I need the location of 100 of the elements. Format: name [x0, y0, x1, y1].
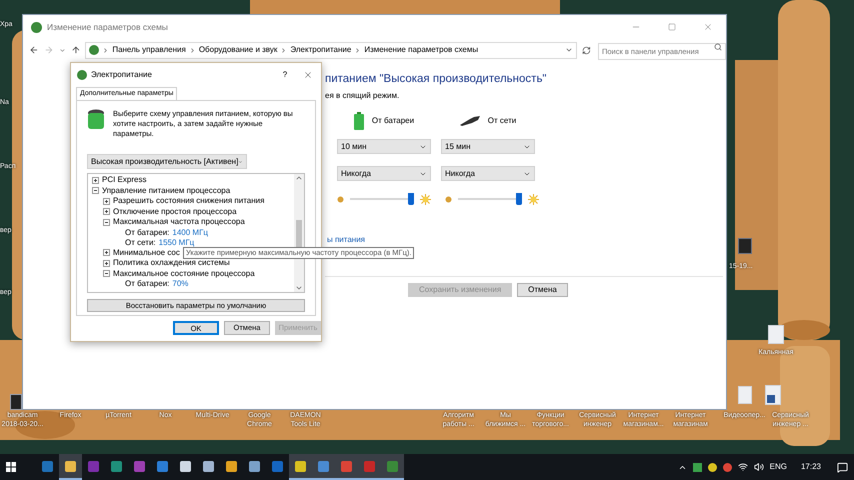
tree-item-label[interactable]: Отключение простоя процессора — [113, 206, 237, 217]
dropdown[interactable]: Никогда — [441, 166, 535, 182]
bright-sun-icon — [420, 194, 431, 205]
app-icon — [341, 460, 352, 472]
collapse-icon[interactable] — [103, 218, 110, 226]
tree-item-label[interactable]: Разрешить состояния снижения питания — [113, 196, 264, 206]
power-options-icon — [89, 45, 100, 55]
breadcrumb-item[interactable]: Оборудование и звук — [198, 44, 278, 56]
network-icon[interactable] — [738, 462, 748, 472]
scrollbar-thumb[interactable] — [296, 220, 302, 248]
tree-item-label[interactable]: Минимальное сос — [113, 248, 180, 258]
app-icon — [272, 460, 283, 472]
breadcrumb-item[interactable]: Электропитание — [290, 44, 352, 56]
slider-thumb[interactable] — [516, 193, 522, 206]
breadcrumb-item[interactable]: Изменение параметров схемы — [364, 44, 478, 56]
battery-icon — [354, 112, 364, 130]
search-icon — [714, 42, 722, 50]
document-icon — [738, 386, 752, 404]
dropdown[interactable]: Никогда — [337, 166, 431, 182]
up-icon[interactable] — [70, 45, 80, 55]
page-heading: питанием "Высокая производительность" — [325, 72, 548, 87]
app-icon — [111, 460, 122, 472]
setting-label: От сети: — [125, 238, 156, 248]
scroll-up-icon[interactable] — [295, 174, 303, 182]
app-icon — [180, 460, 191, 472]
windows-logo-icon — [6, 462, 16, 472]
setting-value[interactable]: 1550 МГц — [158, 238, 194, 248]
refresh-icon[interactable] — [582, 46, 591, 54]
app-icon — [387, 460, 398, 472]
app-icon — [364, 460, 375, 472]
power-options-icon — [77, 70, 87, 80]
tree-item-label[interactable]: Максимальное состояние процессора — [113, 268, 255, 279]
address-bar[interactable]: Панель управления Оборудование и звук Электропитание Изменение параметров схемы — [85, 42, 578, 58]
back-icon[interactable] — [29, 45, 39, 55]
dropdown[interactable]: 10 мин — [337, 139, 431, 154]
power-plug-icon — [460, 116, 480, 126]
app-icon — [318, 460, 329, 472]
scroll-down-icon[interactable] — [295, 284, 303, 292]
expand-icon[interactable] — [103, 208, 110, 216]
separator-icon — [354, 46, 362, 54]
setting-value-row[interactable]: От батареи: 1400 МГц — [88, 228, 294, 238]
notifications-icon[interactable] — [837, 462, 848, 472]
power-plan-dropdown[interactable]: Высокая производительность [Активен] — [87, 154, 247, 169]
power-plan-icon — [87, 109, 105, 131]
window-title: Изменение параметров схемы — [47, 20, 168, 34]
dim-sun-icon — [337, 196, 344, 203]
setting-value[interactable]: 70% — [172, 279, 188, 289]
setting-value-row[interactable]: От сети: 1550 МГц — [88, 238, 294, 248]
collapse-icon[interactable] — [92, 187, 99, 194]
file-icon — [738, 238, 752, 254]
app-icon — [88, 460, 99, 472]
separator-icon — [188, 46, 196, 54]
setting-label: От батареи: — [125, 279, 170, 289]
separator-icon — [102, 46, 110, 54]
power-settings-link[interactable]: ы питания — [327, 235, 726, 244]
app-icon — [65, 460, 76, 472]
volume-icon[interactable] — [754, 462, 764, 472]
taskbar-app-button[interactable] — [59, 454, 82, 480]
brightness-slider[interactable] — [458, 193, 522, 206]
tree-item-label[interactable]: PCI Express — [102, 175, 146, 186]
collapse-icon[interactable] — [103, 270, 110, 278]
dim-sun-icon — [445, 196, 452, 203]
cancel-button[interactable]: Отмена — [517, 283, 568, 298]
document-icon — [768, 325, 784, 344]
help-button[interactable]: ? — [275, 69, 295, 81]
recent-pages-icon[interactable] — [58, 46, 66, 54]
setting-value-row[interactable]: От батареи: 70% — [88, 279, 294, 289]
breadcrumb-item[interactable]: Панель управления — [112, 44, 186, 56]
app-icon — [42, 460, 53, 472]
close-icon — [303, 70, 313, 80]
language-indicator[interactable]: ENG — [770, 461, 787, 473]
word-document-icon — [765, 385, 781, 405]
app-icon — [10, 394, 22, 410]
maximize-icon — [668, 23, 676, 31]
expand-icon[interactable] — [92, 176, 99, 184]
clock[interactable]: 17:23 — [800, 461, 821, 473]
setting-value[interactable]: 1400 МГц — [172, 228, 208, 238]
column-header: От сети — [488, 115, 516, 128]
app-icon — [249, 460, 260, 472]
tree-item-label[interactable]: Максимальная частота процессора — [113, 217, 245, 228]
taskbar-app-button[interactable] — [289, 454, 312, 480]
bright-sun-icon — [528, 194, 539, 205]
description-text: ея в спящий режим. — [325, 90, 400, 102]
dropdown[interactable]: 15 мин — [441, 139, 535, 154]
app-icon — [203, 460, 214, 472]
app-icon — [226, 460, 237, 472]
expand-icon[interactable] — [103, 198, 110, 205]
separator-icon — [280, 46, 288, 54]
slider-thumb[interactable] — [408, 193, 414, 206]
power-options-icon — [31, 22, 42, 32]
brightness-slider[interactable] — [350, 193, 414, 206]
tree-item-label[interactable]: Управление питанием процессора — [102, 186, 230, 196]
tree-item-label[interactable]: Политика охлаждения системы — [113, 258, 230, 268]
expand-icon[interactable] — [103, 249, 110, 256]
column-header: От батареи — [372, 115, 414, 128]
chevron-icon[interactable] — [565, 46, 574, 54]
close-icon — [703, 22, 713, 32]
app-icon — [157, 460, 168, 472]
setting-label: От батареи: — [125, 228, 170, 238]
expand-icon[interactable] — [103, 260, 110, 267]
